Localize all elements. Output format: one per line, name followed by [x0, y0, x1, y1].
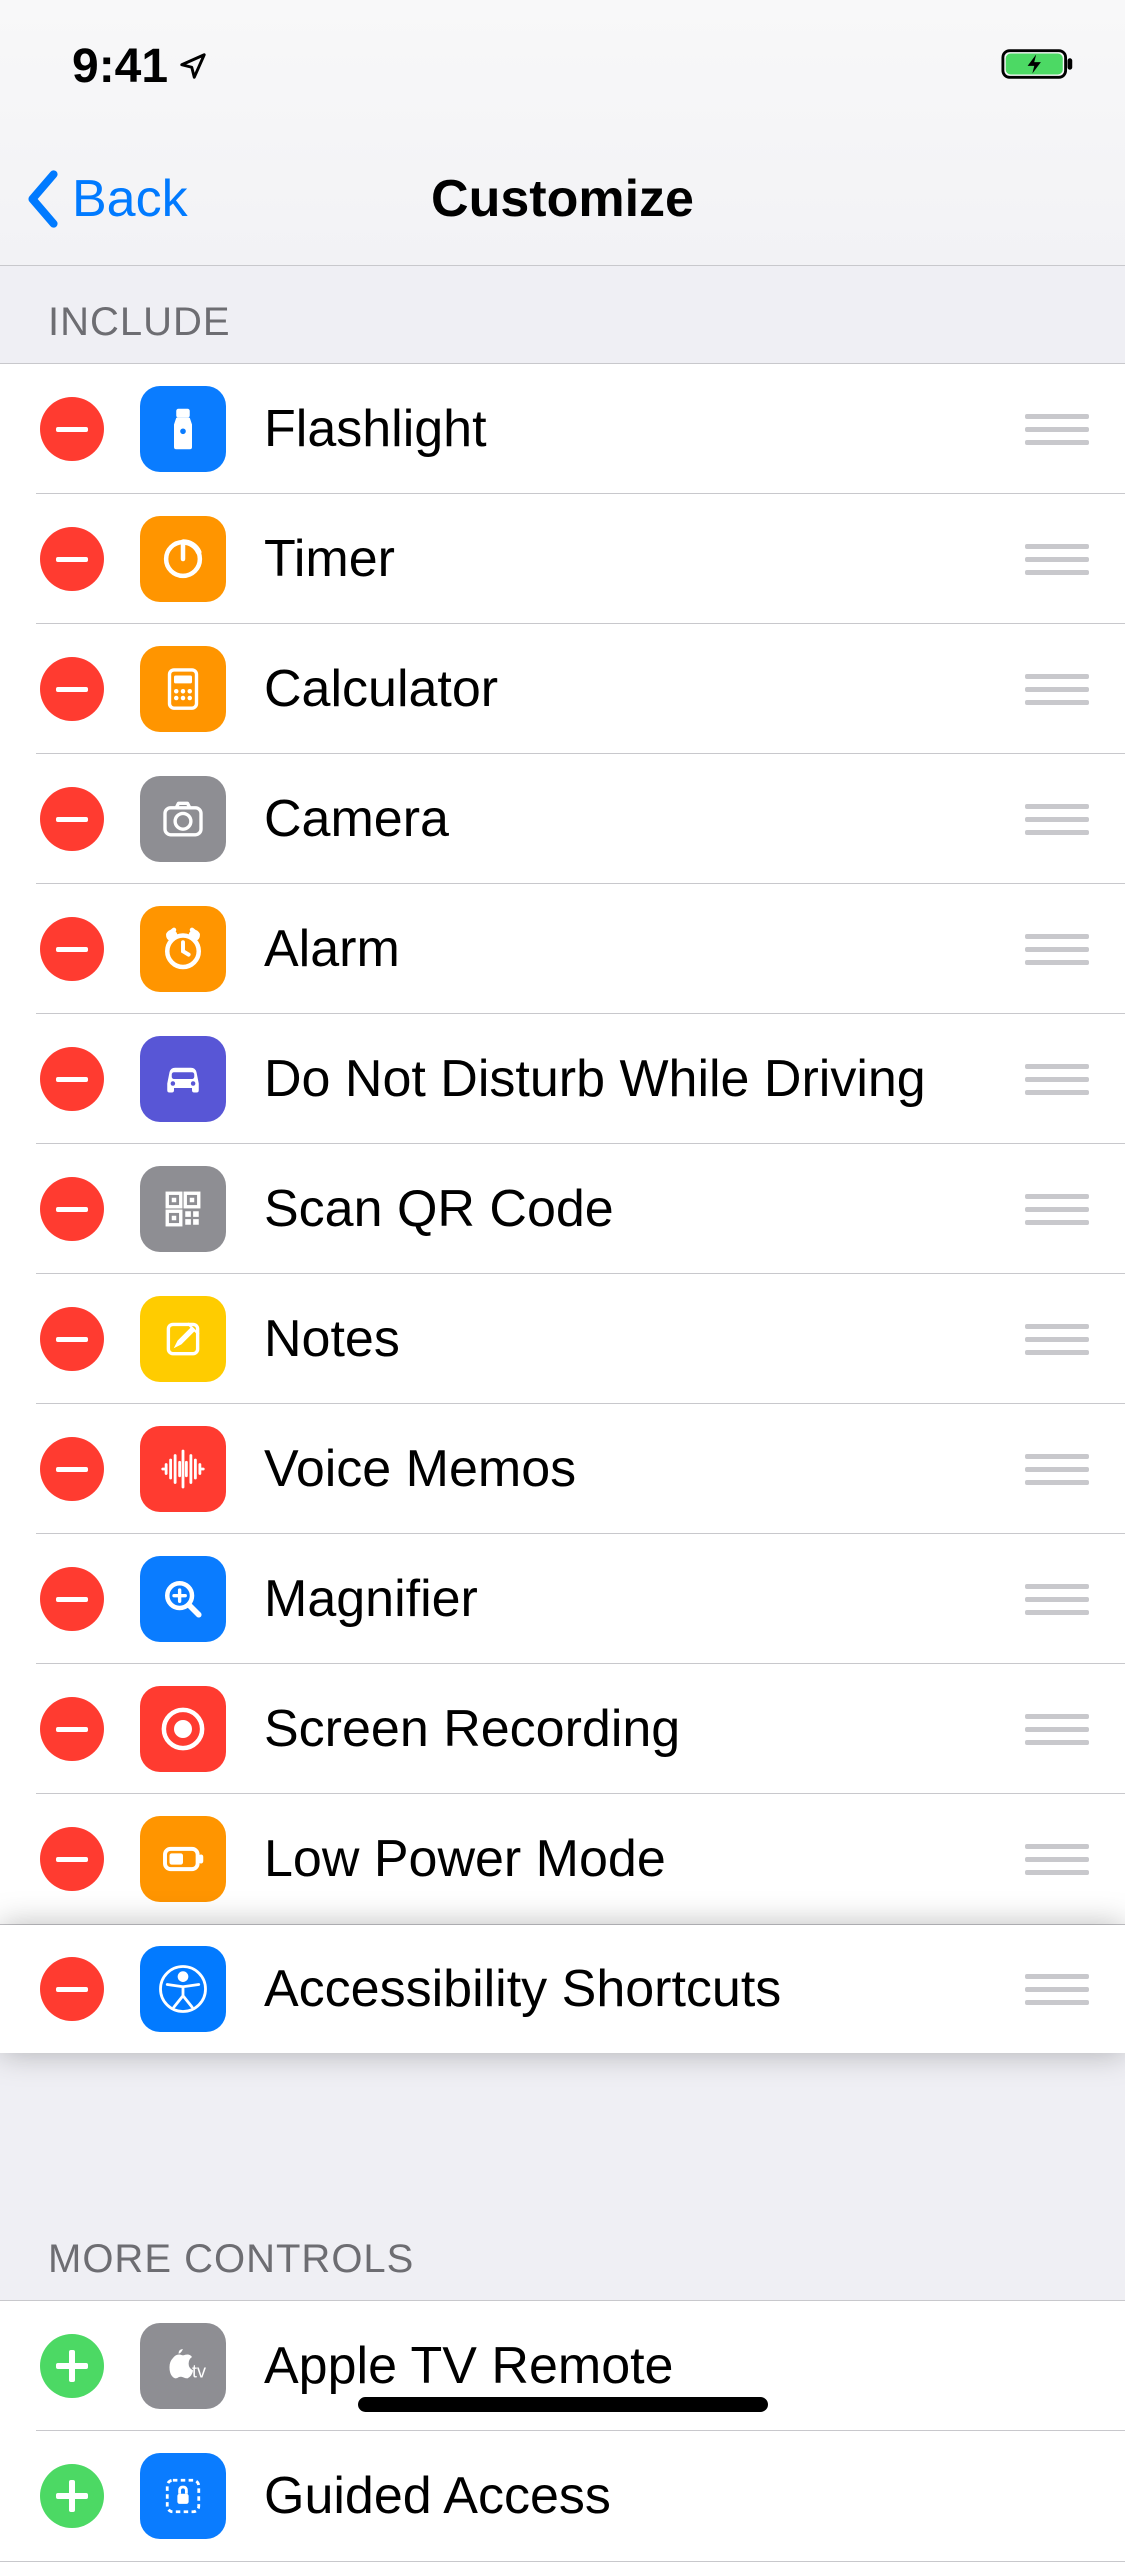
- page-title: Customize: [431, 169, 694, 229]
- remove-button[interactable]: [40, 1307, 104, 1371]
- drag-handle[interactable]: [1025, 1844, 1089, 1875]
- item-label: Magnifier: [264, 1569, 1025, 1629]
- item-label: Apple TV Remote: [264, 2336, 1089, 2396]
- remove-button[interactable]: [40, 1697, 104, 1761]
- remove-button[interactable]: [40, 657, 104, 721]
- item-label: Guided Access: [264, 2466, 1089, 2526]
- remove-button[interactable]: [40, 917, 104, 981]
- drag-handle[interactable]: [1025, 1714, 1089, 1745]
- drag-handle[interactable]: [1025, 934, 1089, 965]
- drag-handle[interactable]: [1025, 1974, 1089, 2005]
- remove-button[interactable]: [40, 1177, 104, 1241]
- remove-button[interactable]: [40, 527, 104, 591]
- item-label: Do Not Disturb While Driving: [264, 1049, 1025, 1109]
- item-label: Calculator: [264, 659, 1025, 719]
- list-item[interactable]: Calculator: [0, 624, 1125, 754]
- status-bar: 9:41: [0, 0, 1125, 132]
- list-item[interactable]: Timer: [0, 494, 1125, 624]
- back-button[interactable]: Back: [24, 169, 188, 229]
- item-label: Accessibility Shortcuts: [264, 1959, 1025, 2019]
- camera-icon: [140, 776, 226, 862]
- item-label: Low Power Mode: [264, 1829, 1025, 1889]
- home-indicator[interactable]: [358, 2397, 768, 2412]
- guided-icon: [140, 2453, 226, 2539]
- remove-button[interactable]: [40, 787, 104, 851]
- drag-handle[interactable]: [1025, 1324, 1089, 1355]
- item-label: Voice Memos: [264, 1439, 1025, 1499]
- car-icon: [140, 1036, 226, 1122]
- item-label: Scan QR Code: [264, 1179, 1025, 1239]
- include-list: Flashlight Timer Calculator Camera: [0, 363, 1125, 1925]
- add-button[interactable]: [40, 2334, 104, 2398]
- drag-handle[interactable]: [1025, 1454, 1089, 1485]
- list-item[interactable]: Magnifier: [0, 1534, 1125, 1664]
- appletv-icon: [140, 2323, 226, 2409]
- drag-handle[interactable]: [1025, 1584, 1089, 1615]
- status-time: 9:41: [72, 39, 168, 94]
- drag-handle[interactable]: [1025, 804, 1089, 835]
- item-label: Notes: [264, 1309, 1025, 1369]
- add-button[interactable]: [40, 2464, 104, 2528]
- drag-handle[interactable]: [1025, 1194, 1089, 1225]
- list-item[interactable]: Notes: [0, 1274, 1125, 1404]
- item-label: Screen Recording: [264, 1699, 1025, 1759]
- list-item[interactable]: Low Power Mode: [0, 1794, 1125, 1924]
- alarm-icon: [140, 906, 226, 992]
- list-item[interactable]: Flashlight: [0, 364, 1125, 494]
- list-item[interactable]: Camera: [0, 754, 1125, 884]
- drag-handle[interactable]: [1025, 414, 1089, 445]
- list-item[interactable]: Guided Access: [0, 2431, 1125, 2561]
- more-list: Apple TV Remote Guided Access: [0, 2300, 1125, 2562]
- item-label: Flashlight: [264, 399, 1025, 459]
- list-item-floating[interactable]: Accessibility Shortcuts: [0, 1925, 1125, 2053]
- section-header-more: More Controls: [0, 2203, 1125, 2300]
- notes-icon: [140, 1296, 226, 1382]
- drag-handle[interactable]: [1025, 544, 1089, 575]
- location-icon: [178, 51, 208, 81]
- drag-handle[interactable]: [1025, 674, 1089, 705]
- list-item[interactable]: Do Not Disturb While Driving: [0, 1014, 1125, 1144]
- item-label: Timer: [264, 529, 1025, 589]
- chevron-left-icon: [24, 169, 62, 229]
- record-icon: [140, 1686, 226, 1772]
- magnifier-icon: [140, 1556, 226, 1642]
- list-item[interactable]: Voice Memos: [0, 1404, 1125, 1534]
- drag-gap: [0, 2053, 1125, 2203]
- lowpower-icon: [140, 1816, 226, 1902]
- calculator-icon: [140, 646, 226, 732]
- item-label: Alarm: [264, 919, 1025, 979]
- remove-button[interactable]: [40, 1437, 104, 1501]
- back-label: Back: [72, 169, 188, 229]
- qr-icon: [140, 1166, 226, 1252]
- remove-button[interactable]: [40, 397, 104, 461]
- drag-handle[interactable]: [1025, 1064, 1089, 1095]
- nav-bar: Back Customize: [0, 132, 1125, 266]
- flashlight-icon: [140, 386, 226, 472]
- item-label: Camera: [264, 789, 1025, 849]
- remove-button[interactable]: [40, 1957, 104, 2021]
- list-item[interactable]: Screen Recording: [0, 1664, 1125, 1794]
- timer-icon: [140, 516, 226, 602]
- list-item[interactable]: Scan QR Code: [0, 1144, 1125, 1274]
- accessibility-icon: [140, 1946, 226, 2032]
- battery-charging-icon: [1001, 44, 1077, 84]
- remove-button[interactable]: [40, 1827, 104, 1891]
- remove-button[interactable]: [40, 1567, 104, 1631]
- remove-button[interactable]: [40, 1047, 104, 1111]
- list-item[interactable]: Alarm: [0, 884, 1125, 1014]
- section-header-include: Include: [0, 266, 1125, 363]
- voicememos-icon: [140, 1426, 226, 1512]
